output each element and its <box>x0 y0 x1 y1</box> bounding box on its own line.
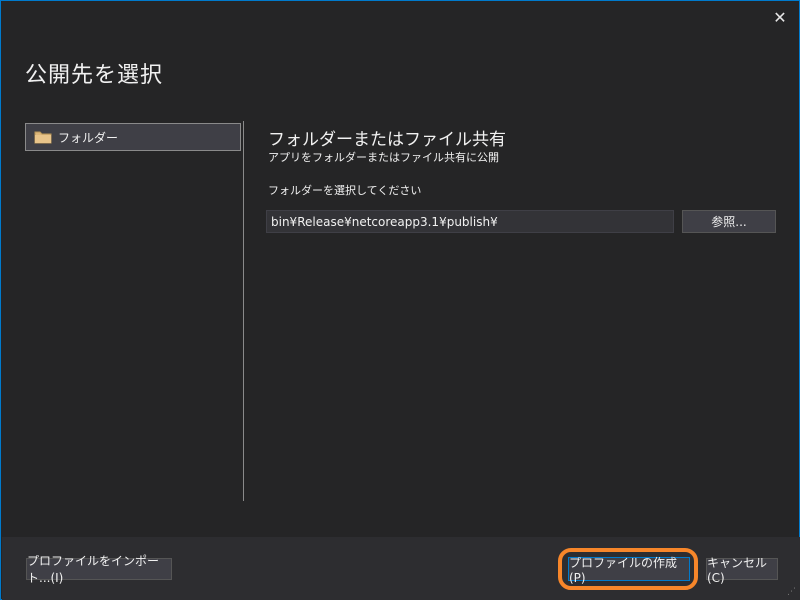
folder-path-input[interactable] <box>266 210 674 233</box>
cancel-button[interactable]: キャンセル(C) <box>706 556 778 585</box>
target-item-folder[interactable]: フォルダー <box>25 123 241 151</box>
target-list: フォルダー <box>25 121 243 500</box>
target-item-label: フォルダー <box>58 130 119 145</box>
pane-divider <box>243 121 244 501</box>
browse-button[interactable]: 参照... <box>682 210 776 233</box>
import-profile-button[interactable]: プロファイルをインポート...(I) <box>26 554 172 585</box>
close-icon[interactable]: ✕ <box>770 8 790 28</box>
publish-dialog: ✕ 公開先を選択 フォルダー フォルダーまたはファイル共有 アプリをフォルダーま… <box>0 0 800 600</box>
create-profile-button[interactable]: プロファイルの作成(P) <box>568 556 690 585</box>
folder-icon <box>34 130 52 144</box>
resize-grip-icon[interactable]: ⋰ <box>787 587 797 597</box>
panel-title: フォルダーまたはファイル共有 <box>268 130 506 150</box>
dialog-title: 公開先を選択 <box>25 63 164 88</box>
panel-subtitle: アプリをフォルダーまたはファイル共有に公開 <box>268 151 499 164</box>
folder-field-label: フォルダーを選択してください <box>268 184 422 197</box>
